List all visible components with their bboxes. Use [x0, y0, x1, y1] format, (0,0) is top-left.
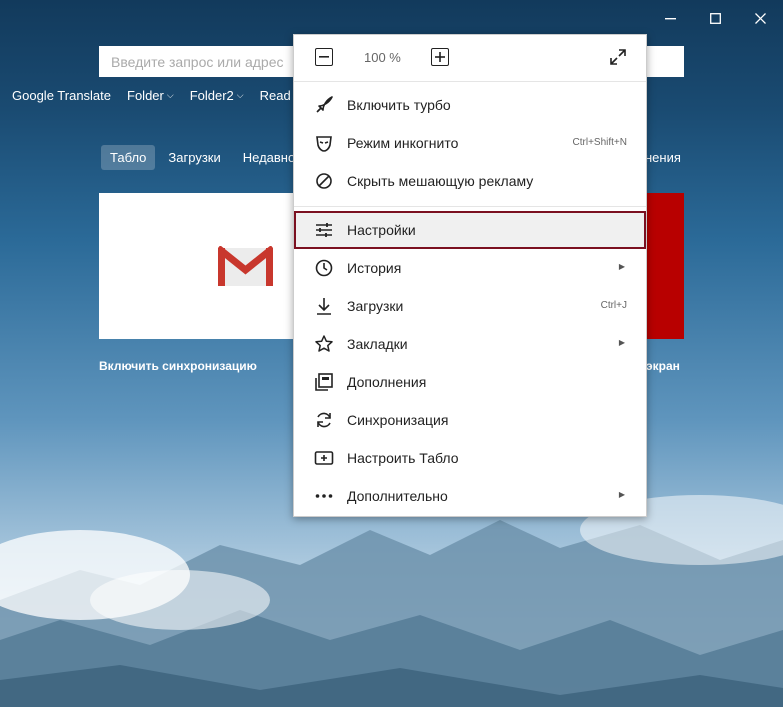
chevron-down-icon: ⌵ [236, 90, 244, 100]
menu-item-extensions[interactable]: Дополнения [294, 363, 646, 401]
menu-item-label: Включить турбо [347, 97, 451, 113]
menu-item-label: Закладки [347, 336, 408, 352]
enable-sync-link[interactable]: Включить синхронизацию [99, 359, 257, 373]
menu-divider [294, 206, 646, 207]
extensions-icon [315, 373, 333, 391]
zoom-in-icon[interactable] [431, 48, 449, 66]
settings-sliders-icon [316, 223, 332, 237]
window-controls [648, 0, 783, 37]
block-icon [316, 173, 332, 189]
menu-item-customize-tablo[interactable]: Настроить Табло [294, 439, 646, 477]
add-tile-icon [314, 451, 334, 465]
fullscreen-icon[interactable] [609, 48, 627, 66]
more-dots-icon [315, 494, 333, 498]
bookmark-label: Read [259, 88, 291, 103]
maximize-icon[interactable] [693, 0, 738, 37]
gmail-tile[interactable] [99, 193, 309, 339]
browser-window: Google Translate Folder⌵ Folder2⌵ Read Т… [0, 0, 783, 707]
zoom-level: 100 % [364, 50, 401, 65]
menu-item-label: Дополнительно [347, 488, 448, 504]
bookmark-folder2[interactable]: Folder2 ⌵ [190, 88, 244, 103]
tab-additions-fragment[interactable]: нения [645, 150, 681, 165]
chevron-right-icon: ▶ [618, 338, 625, 347]
sync-icon [317, 412, 331, 428]
menu-item-label: Дополнения [347, 374, 427, 390]
bookmark-read[interactable]: Read [260, 88, 291, 103]
star-icon [315, 335, 333, 352]
close-icon[interactable] [738, 0, 783, 37]
bookmarks-bar: Google Translate Folder ⌵ Folder2 ⌵ Read [12, 88, 291, 103]
shortcut-label: Ctrl+Shift+N [572, 137, 627, 148]
menu-item-label: Настроить Табло [347, 450, 459, 466]
chevron-right-icon: ▶ [618, 490, 625, 499]
gmail-icon [218, 246, 273, 286]
menu-item-label: Режим инкогнито [347, 135, 459, 151]
new-tab-tabs: Табло Загрузки Недавно [101, 145, 304, 170]
menu-item-turbo[interactable]: Включить турбо [294, 86, 646, 124]
minimize-icon[interactable] [648, 0, 693, 37]
menu-item-history[interactable]: История ▶ [294, 249, 646, 287]
menu-item-label: История [347, 260, 402, 276]
tab-downloads[interactable]: Загрузки [159, 145, 229, 170]
clock-icon [315, 259, 333, 277]
tab-tablo[interactable]: Табло [101, 145, 156, 170]
bookmark-label: Google Translate [12, 88, 112, 103]
menu-item-downloads[interactable]: Загрузки Ctrl+J [294, 287, 646, 325]
chevron-right-icon: ▶ [618, 262, 625, 271]
download-icon [317, 298, 331, 315]
menu-item-block-ads[interactable]: Скрыть мешающую рекламу [294, 162, 646, 200]
bookmark-google-translate[interactable]: Google Translate [12, 88, 111, 103]
menu-item-label: Скрыть мешающую рекламу [347, 173, 534, 189]
chevron-down-icon: ⌵ [166, 90, 174, 100]
zoom-row: 100 % [294, 35, 646, 82]
menu-item-label: Синхронизация [347, 412, 449, 428]
menu-item-settings[interactable]: Настройки [294, 211, 646, 249]
menu-item-incognito[interactable]: Режим инкогнито Ctrl+Shift+N [294, 124, 646, 162]
browser-main-menu: 100 % Включить турбо Режим инкогнито Ctr… [293, 34, 647, 517]
bookmark-label: Folder [127, 88, 164, 103]
incognito-mask-icon [316, 136, 332, 152]
menu-item-sync[interactable]: Синхронизация [294, 401, 646, 439]
zoom-out-icon[interactable] [315, 48, 333, 66]
shortcut-label: Ctrl+J [600, 300, 627, 311]
menu-item-more[interactable]: Дополнительно ▶ [294, 477, 646, 515]
bookmark-folder[interactable]: Folder ⌵ [127, 88, 174, 103]
menu-item-bookmarks[interactable]: Закладки ▶ [294, 325, 646, 363]
screen-link[interactable]: экран [646, 359, 680, 373]
rocket-icon [316, 96, 333, 113]
menu-item-label: Загрузки [347, 298, 404, 314]
bookmark-label: Folder2 [189, 88, 234, 103]
menu-item-label: Настройки [347, 222, 416, 238]
